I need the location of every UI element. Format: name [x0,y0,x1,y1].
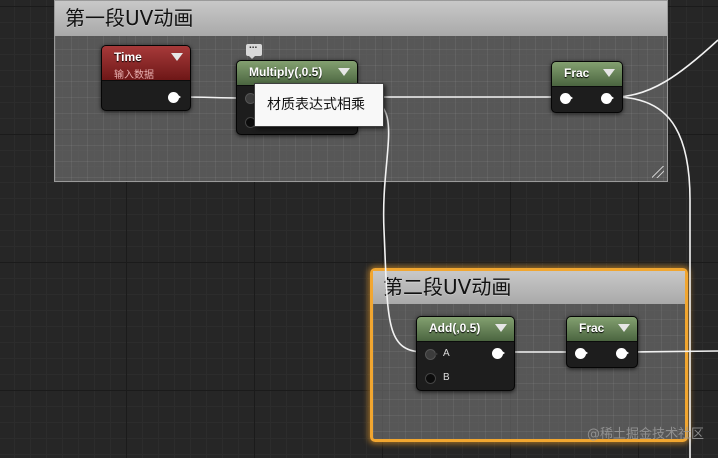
frac-node-second-title: Frac [579,321,605,335]
frac-first-input-pin[interactable] [560,93,573,104]
add-node[interactable]: Add(,0.5) A B [416,316,515,391]
watermark: @稀土掘金技术社区 [586,427,704,442]
time-node-header[interactable]: Time 输入数据 [102,46,190,81]
time-node-title: Time [114,50,142,64]
frac-node-first[interactable]: Frac [551,61,623,113]
frac-second-output-pin[interactable] [616,348,629,359]
add-node-header[interactable]: Add(,0.5) [417,317,514,342]
multiply-node-title: Multiply(,0.5) [249,65,323,79]
time-node-subtitle: 输入数据 [114,70,154,81]
add-input-b-label: B [443,372,450,383]
frac-node-second[interactable]: Frac [566,316,638,368]
chevron-down-icon[interactable] [338,68,350,76]
frac-node-first-title: Frac [564,66,590,80]
chevron-down-icon[interactable] [603,69,615,77]
frac-first-output-pin[interactable] [601,93,614,104]
comment-bubble-icon[interactable] [246,40,262,59]
comment-title-second-uv[interactable]: 第二段UV动画 [373,271,685,304]
add-input-a-pin[interactable] [425,349,438,360]
add-input-a-label: A [443,348,450,359]
chevron-down-icon[interactable] [171,53,183,61]
time-node[interactable]: Time 输入数据 [101,45,191,111]
frac-node-first-header[interactable]: Frac [552,62,622,87]
node-tooltip: 材质表达式相乘 [254,83,384,127]
add-input-b-pin[interactable] [425,373,436,384]
chevron-down-icon[interactable] [618,324,630,332]
frac-node-second-header[interactable]: Frac [567,317,637,342]
resize-grip-icon[interactable] [652,166,664,178]
add-node-title: Add(,0.5) [429,321,481,335]
add-output-pin[interactable] [492,348,505,359]
chevron-down-icon[interactable] [495,324,507,332]
time-output-pin[interactable] [168,92,181,103]
comment-title-first-uv[interactable]: 第一段UV动画 [55,1,667,36]
frac-second-input-pin[interactable] [575,348,588,359]
